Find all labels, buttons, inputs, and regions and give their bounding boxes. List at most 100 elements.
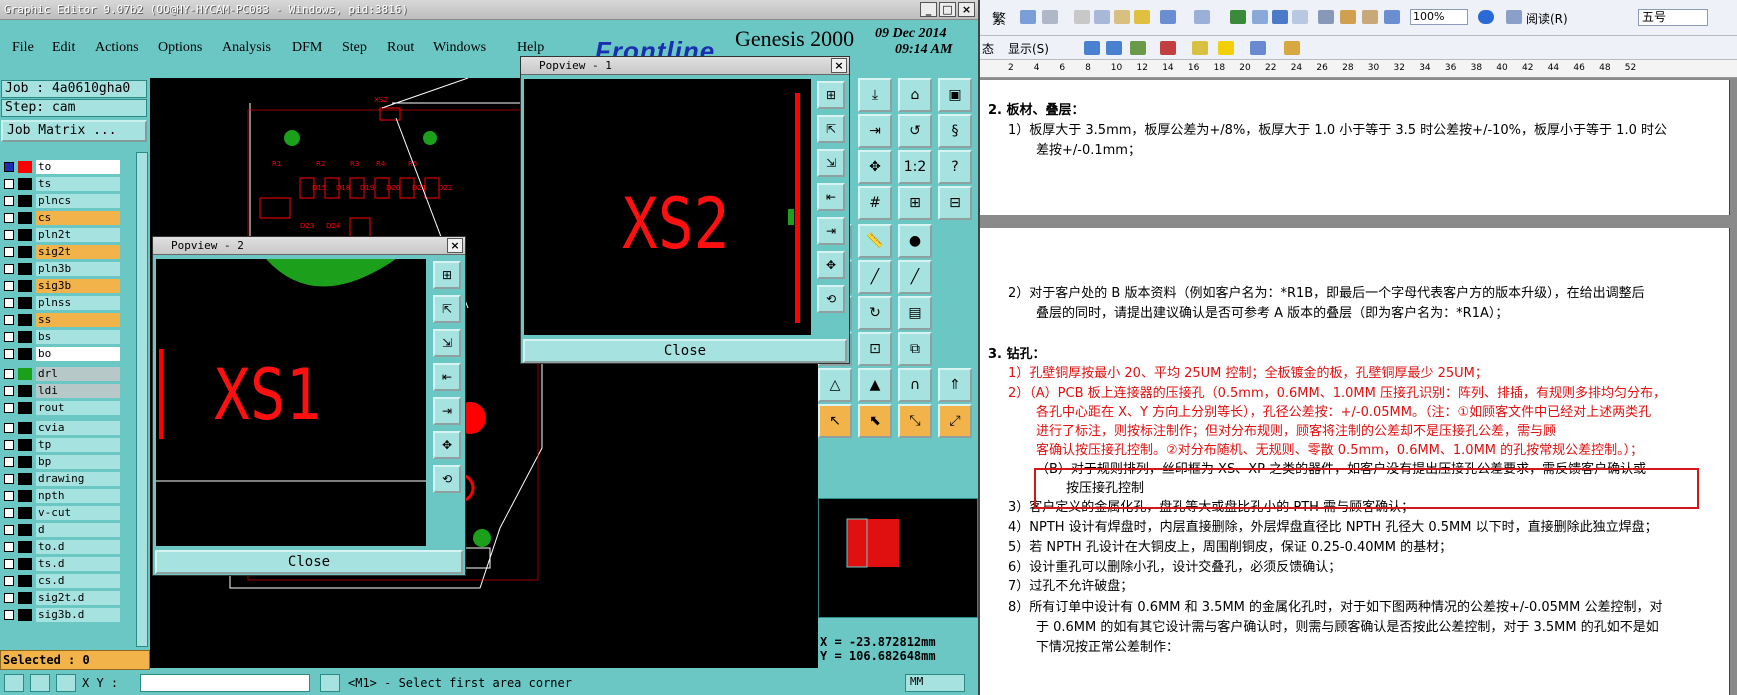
group-icon[interactable]: ⧉ (898, 332, 932, 366)
layer-checkbox[interactable] (4, 508, 14, 518)
layer-row[interactable]: plncs (2, 194, 120, 208)
layer-color-swatch[interactable] (18, 348, 32, 360)
layer-row[interactable]: ldi (2, 384, 120, 398)
move-up-icon[interactable]: ⇑ (938, 368, 972, 402)
select-net-icon[interactable]: ⤡ (898, 404, 932, 438)
select-arrow-icon[interactable]: ↖ (818, 404, 852, 438)
layer-color-swatch[interactable] (18, 280, 32, 292)
layer-name[interactable]: rout (36, 401, 120, 415)
layer-checkbox[interactable] (4, 593, 14, 603)
layer-color-swatch[interactable] (18, 178, 32, 190)
layer-name[interactable]: cs.d (36, 574, 120, 588)
pan-right-icon[interactable]: ⇥ (433, 397, 461, 425)
select-path-icon[interactable]: ⤢ (938, 404, 972, 438)
next-change-icon[interactable] (1106, 41, 1122, 55)
layer-row[interactable]: sig3b (2, 279, 120, 293)
pan-left-icon[interactable]: ⇤ (817, 183, 845, 211)
insert-table-icon[interactable] (1272, 10, 1288, 24)
layer-color-swatch[interactable] (18, 263, 32, 275)
drawing-icon[interactable] (1340, 10, 1356, 24)
layer-checkbox[interactable] (4, 610, 14, 620)
layer-row[interactable]: to.d (2, 540, 120, 554)
layer-name[interactable]: pln2t (36, 228, 120, 242)
layer-checkbox[interactable] (4, 457, 14, 467)
layer-name[interactable]: bs (36, 330, 120, 344)
layer-color-swatch[interactable] (18, 473, 32, 485)
copy-icon[interactable] (1094, 10, 1110, 24)
table-icon[interactable] (1252, 10, 1268, 24)
menu-step[interactable]: Step (342, 40, 367, 56)
layer-row[interactable]: rout (2, 401, 120, 415)
layer-checkbox[interactable] (4, 162, 14, 172)
menu-help[interactable]: Help (517, 40, 544, 56)
layer-row[interactable]: plnss (2, 296, 120, 310)
read-icon[interactable] (1506, 10, 1522, 24)
connect-icon[interactable]: ⊞ (898, 186, 932, 220)
check-icon[interactable] (4, 674, 24, 692)
layer-color-swatch[interactable] (18, 368, 32, 380)
menu-analysis[interactable]: Analysis (222, 40, 271, 56)
paste-icon[interactable] (1114, 10, 1130, 24)
menu-actions[interactable]: Actions (95, 40, 139, 56)
layer-color-swatch[interactable] (18, 592, 32, 604)
layer-name[interactable]: to.d (36, 540, 120, 554)
spell-icon[interactable] (1020, 10, 1036, 24)
layer-row[interactable]: pln3b (2, 262, 120, 276)
layer-checkbox[interactable] (4, 213, 14, 223)
job-matrix-button[interactable]: Job Matrix ... (1, 120, 147, 142)
layer-name[interactable]: bo (36, 347, 120, 361)
layer-row[interactable]: sig3b.d (2, 608, 120, 622)
layer-checkbox[interactable] (4, 542, 14, 552)
layer-name[interactable]: sig2t (36, 245, 120, 259)
layer-checkbox[interactable] (4, 423, 14, 433)
layer-name[interactable]: bp (36, 455, 120, 469)
layer-checkbox[interactable] (4, 576, 14, 586)
measure-icon[interactable]: 📏 (858, 224, 892, 258)
arc-icon[interactable]: ↻ (858, 296, 892, 330)
help-icon[interactable] (1478, 10, 1494, 24)
popview-2-close-button[interactable]: Close (155, 550, 463, 574)
pan-left-icon[interactable]: ⇤ (433, 363, 461, 391)
accept-icon[interactable] (1130, 41, 1146, 55)
layer-name[interactable]: plnss (36, 296, 120, 310)
layer-color-swatch[interactable] (18, 507, 32, 519)
layer-row[interactable]: ts.d (2, 557, 120, 571)
layer-name[interactable]: sig3b.d (36, 608, 120, 622)
line-icon[interactable]: ╱ (858, 260, 892, 294)
layer-checkbox[interactable] (4, 349, 14, 359)
layer-color-swatch[interactable] (18, 385, 32, 397)
comment-icon[interactable] (1192, 41, 1208, 55)
popview-1-canvas[interactable]: XS2 (524, 79, 811, 335)
menu-rout[interactable]: Rout (387, 40, 414, 56)
hyperlink-icon[interactable] (1230, 10, 1246, 24)
minimize-button[interactable]: _ (920, 2, 937, 17)
columns-icon[interactable] (1318, 10, 1334, 24)
read-button[interactable]: 阅读(R) (1526, 10, 1568, 27)
layer-color-swatch[interactable] (18, 195, 32, 207)
layer-name[interactable]: sig2t.d (36, 591, 120, 605)
layer-color-swatch[interactable] (18, 314, 32, 326)
scale-icon[interactable]: 1:2 (898, 150, 932, 184)
pan-icon[interactable]: ✥ (858, 150, 892, 184)
layer-name[interactable]: ts.d (36, 557, 120, 571)
snake-icon[interactable]: § (938, 114, 972, 148)
layer-checkbox[interactable] (4, 247, 14, 257)
triangle-point-icon[interactable]: ▲ (858, 368, 892, 402)
popview-1-close-button[interactable]: Close (523, 339, 847, 363)
layer-name[interactable]: cvia (36, 421, 120, 435)
pan-right-icon[interactable]: ⇥ (817, 217, 845, 245)
home-icon[interactable]: ⌂ (898, 78, 932, 112)
redraw-icon[interactable]: ⟲ (433, 465, 461, 493)
export-icon[interactable]: ⇥ (858, 114, 892, 148)
track-icon[interactable] (1250, 41, 1266, 55)
grid-icon[interactable]: # (858, 186, 892, 220)
redo-icon[interactable] (1194, 10, 1210, 24)
highlight-icon[interactable] (1218, 41, 1234, 55)
layer-name[interactable]: sig3b (36, 279, 120, 293)
layer-scrollbar[interactable] (136, 152, 148, 647)
layer-name[interactable]: ss (36, 313, 120, 327)
zoom-out-icon[interactable]: ⇲ (817, 149, 845, 177)
format-painter-icon[interactable] (1134, 10, 1150, 24)
layer-checkbox[interactable] (4, 332, 14, 342)
layer-row[interactable]: tp (2, 438, 120, 452)
